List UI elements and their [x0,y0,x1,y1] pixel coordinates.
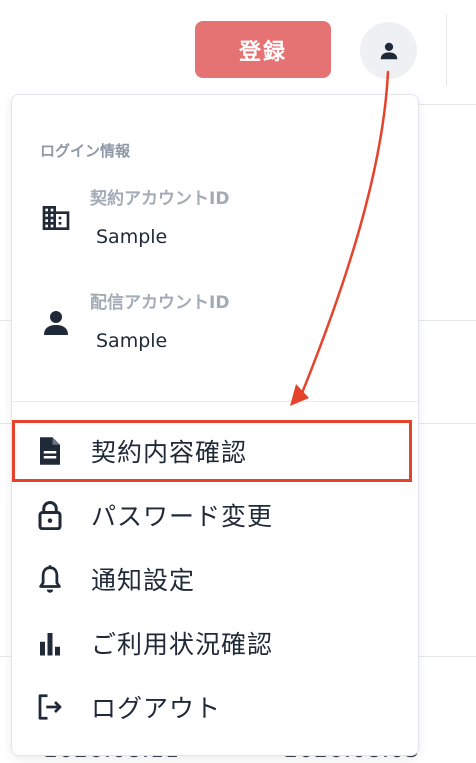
background-rule [0,656,11,657]
menu-item-label: 通知設定 [91,566,196,595]
menu-divider [12,401,418,402]
background-rule [418,320,476,321]
account-dropdown-menu: ログイン情報 契約アカウントID Sample 配信アカウントID Sample [11,94,419,756]
lock-icon [35,500,65,530]
contract-account-label: 契約アカウントID [90,189,230,209]
menu-item-logout[interactable]: ログアウト [13,677,413,737]
register-button[interactable]: 登録 [195,21,331,78]
avatar-button[interactable] [360,22,417,79]
contract-account-value: Sample [96,226,168,248]
menu-item-label: 契約内容確認 [91,438,248,467]
background-rule [418,104,476,105]
logout-icon [35,692,65,722]
delivery-account-label: 配信アカウントID [90,293,230,313]
background-rule [0,423,11,424]
menu-item-notification-settings[interactable]: 通知設定 [13,549,413,609]
building-icon [40,202,72,238]
background-rule [418,423,476,424]
person-icon [40,307,72,343]
bar-chart-icon [35,628,65,658]
menu-item-label: ご利用状況確認 [91,630,274,659]
background-rule [418,656,476,657]
login-info-title: ログイン情報 [40,142,131,160]
menu-item-label: パスワード変更 [91,502,274,531]
menu-item-usage-status[interactable]: ご利用状況確認 [13,613,413,673]
menu-item-contract-details[interactable]: 契約内容確認 [13,421,413,481]
header-divider [446,14,447,86]
document-icon [35,436,65,466]
bell-icon [35,564,65,594]
menu-item-change-password[interactable]: パスワード変更 [13,485,413,545]
person-icon [380,42,397,59]
delivery-account-value: Sample [96,330,168,352]
background-rule [0,320,11,321]
menu-item-label: ログアウト [91,694,222,723]
